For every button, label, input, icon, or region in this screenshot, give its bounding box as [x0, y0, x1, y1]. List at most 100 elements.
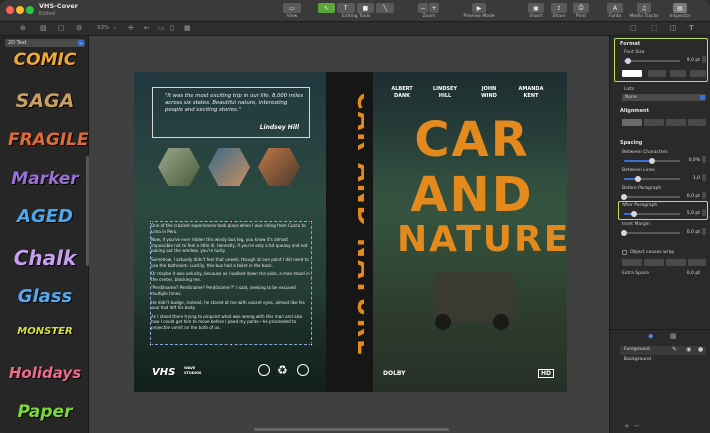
- resize-handle[interactable]: [149, 343, 152, 346]
- inset-margin-knob[interactable]: [621, 230, 627, 236]
- between-lines-slider[interactable]: [624, 176, 680, 182]
- style-preset-fragile[interactable]: FRAGILE: [8, 130, 89, 150]
- select-tool-icon[interactable]: ↖: [318, 3, 335, 13]
- style-preset-monster[interactable]: MONSTER: [8, 326, 82, 337]
- between-characters-stepper[interactable]: [702, 156, 706, 163]
- shape-tool-icon[interactable]: ■: [356, 3, 375, 13]
- lists-select[interactable]: None: [622, 94, 706, 101]
- before-paragraph-stepper[interactable]: [702, 192, 706, 199]
- wrap-mode-button-4[interactable]: [688, 259, 706, 266]
- baseline-up-button[interactable]: [670, 70, 686, 77]
- pencil-icon[interactable]: ✎: [672, 346, 677, 353]
- style-preset-paper[interactable]: Paper: [8, 402, 82, 422]
- cover-back[interactable]: "It was the most exciting trip in our li…: [134, 72, 326, 392]
- image-icon[interactable]: ▨: [40, 24, 47, 32]
- wrap-mode-button-3[interactable]: [666, 259, 686, 266]
- between-characters-value[interactable]: 0,0%: [682, 158, 700, 163]
- canvas-horizontal-scrollbar[interactable]: [254, 428, 449, 431]
- after-paragraph-stepper[interactable]: [702, 209, 706, 216]
- share-tool[interactable]: ⇪ Share: [551, 3, 567, 19]
- align-center-button[interactable]: [644, 119, 664, 126]
- close-window-button[interactable]: [6, 6, 14, 14]
- between-lines-knob[interactable]: [635, 176, 641, 182]
- extra-space-value[interactable]: 0,0 pt: [682, 271, 700, 276]
- inset-margin-value[interactable]: 0,0 pt: [682, 230, 700, 235]
- object-wrap-checkbox[interactable]: [622, 250, 627, 255]
- before-paragraph-knob[interactable]: [621, 194, 627, 200]
- align-right-button[interactable]: [666, 119, 686, 126]
- grid-icon[interactable]: ▦: [184, 24, 191, 32]
- baseline-down-button[interactable]: [690, 70, 706, 77]
- font-size-stepper[interactable]: [702, 56, 706, 63]
- wrap-mode-button-2[interactable]: [644, 259, 664, 266]
- inspector-tool[interactable]: ▤ Inspector: [667, 3, 693, 19]
- style-preset-comic[interactable]: COMIC: [8, 50, 82, 70]
- resize-handle[interactable]: [230, 343, 233, 346]
- style-preset-glass[interactable]: Glass: [8, 286, 82, 307]
- style-preset-saga[interactable]: SAGA: [8, 90, 82, 112]
- photo-hex-2[interactable]: [208, 148, 250, 186]
- cover-title-line[interactable]: NATURE: [397, 222, 567, 258]
- cover-title-line[interactable]: CAR: [397, 116, 547, 164]
- spread-icon[interactable]: ▯: [170, 24, 174, 32]
- font-size-value[interactable]: 9,0 pt: [682, 58, 700, 63]
- style-category-select[interactable]: 2D Text ⌄: [5, 39, 85, 47]
- insert-tool[interactable]: ▣ Insert: [528, 3, 544, 19]
- chevron-down-icon[interactable]: ⌄: [113, 25, 117, 31]
- photo-hex-3[interactable]: [258, 148, 300, 186]
- style-preset-aged[interactable]: AGED: [8, 206, 82, 227]
- print-tool[interactable]: ⎙ Print: [573, 3, 589, 19]
- remove-layer-icon[interactable]: −: [634, 422, 640, 430]
- style-preset-chalk[interactable]: Chalk: [8, 246, 82, 270]
- text-color-swatch[interactable]: [622, 70, 642, 77]
- layer-row-background[interactable]: Background: [620, 356, 706, 365]
- layout-settings-icon[interactable]: ◫: [670, 24, 677, 32]
- document-settings-icon[interactable]: ▢: [630, 24, 637, 32]
- zoom-window-button[interactable]: [26, 6, 34, 14]
- object-settings-icon[interactable]: ⬚: [651, 24, 658, 32]
- style-preset-holidays[interactable]: Holidays: [8, 364, 82, 382]
- lock-icon[interactable]: ●: [698, 346, 703, 353]
- arrow-left-icon[interactable]: ←: [144, 24, 150, 32]
- line-tool-icon[interactable]: ╲: [376, 3, 395, 13]
- eye-icon[interactable]: ◉: [686, 346, 691, 353]
- between-lines-value[interactable]: 1,0: [682, 176, 700, 181]
- zoom-out-icon[interactable]: −: [418, 3, 428, 13]
- editing-tools[interactable]: ↖ T ■ ╲ Editing Tools: [318, 3, 395, 19]
- resize-handle[interactable]: [310, 343, 313, 346]
- cover-title-line[interactable]: AND: [397, 171, 547, 219]
- zoom-level[interactable]: 93%: [97, 25, 109, 31]
- between-characters-slider[interactable]: [624, 158, 680, 164]
- before-paragraph-value[interactable]: 0,0 pt: [682, 194, 700, 199]
- media-tracks-tool[interactable]: ♫ Media Tracks: [629, 3, 659, 19]
- align-left-button[interactable]: [622, 119, 642, 126]
- canvas[interactable]: "It was the most exciting trip in our li…: [89, 36, 609, 433]
- single-page-icon[interactable]: ▭: [158, 24, 165, 32]
- font-style-button[interactable]: [648, 70, 666, 77]
- move-icon[interactable]: ✛: [128, 24, 134, 32]
- wrap-mode-button-1[interactable]: [622, 259, 642, 266]
- before-paragraph-slider[interactable]: [621, 194, 680, 200]
- vhs-cover[interactable]: "It was the most exciting trip in our li…: [134, 72, 567, 392]
- fonts-tool[interactable]: A Fonts: [607, 3, 623, 19]
- grid-tab-icon[interactable]: ▦: [670, 332, 677, 340]
- after-paragraph-value[interactable]: 5,0 pt: [682, 211, 700, 216]
- gear-icon[interactable]: ⚙: [76, 24, 82, 32]
- add-layer-icon[interactable]: +: [624, 422, 630, 430]
- cover-spine[interactable]: CAR AND NATURE: [326, 72, 373, 392]
- inset-margin-slider[interactable]: [621, 230, 680, 236]
- layers-tab-icon[interactable]: ◆: [648, 332, 653, 340]
- align-justify-button[interactable]: [688, 119, 706, 126]
- view-tool[interactable]: ▭ View: [283, 3, 301, 19]
- add-icon[interactable]: ⊕: [20, 24, 26, 32]
- cover-front[interactable]: ALBERT DANK LINDSEY HILL JOHN WIND AMANDA KENT …: [373, 72, 567, 392]
- story-text[interactable]: One of the craziest experiences took pla…: [151, 223, 311, 334]
- text-settings-icon[interactable]: T: [689, 24, 694, 32]
- font-size-slider[interactable]: [624, 58, 680, 64]
- style-preset-marker[interactable]: Marker: [8, 169, 82, 189]
- after-paragraph-slider[interactable]: [624, 211, 680, 217]
- inset-margin-stepper[interactable]: [702, 228, 706, 235]
- document-icon[interactable]: ▢: [58, 24, 65, 32]
- preview-mode-tool[interactable]: ▶ Preview Mode: [463, 3, 495, 19]
- between-lines-stepper[interactable]: [702, 174, 706, 181]
